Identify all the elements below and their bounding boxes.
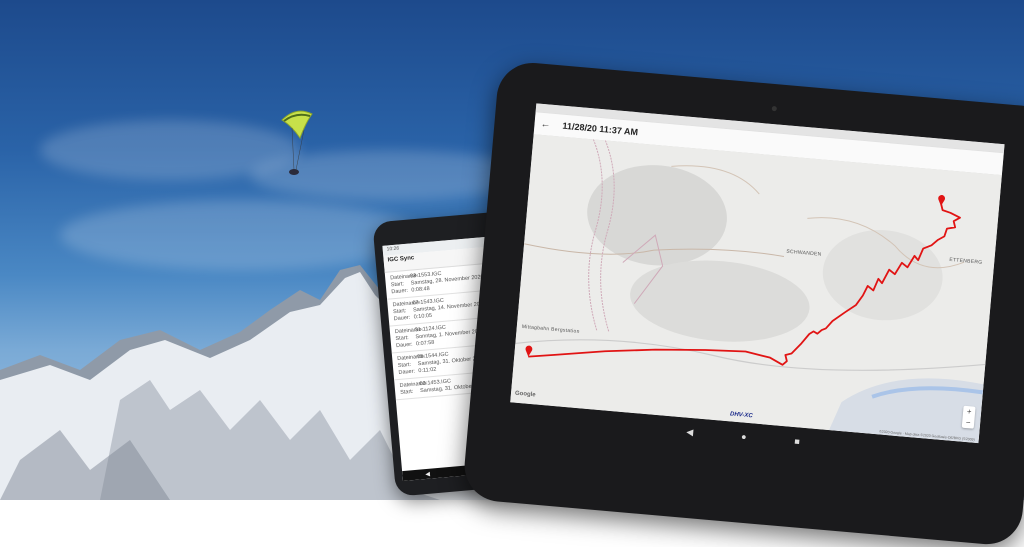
start-time-label: Start: [400, 388, 414, 396]
status-time: 10:26 [386, 245, 400, 253]
arrow-back-icon[interactable]: ← [540, 118, 551, 130]
flight-track-line [528, 203, 961, 366]
zoom-out-button[interactable]: − [962, 417, 975, 429]
flight-track [525, 195, 961, 366]
back-nav-icon[interactable]: ◀ [686, 426, 694, 438]
zoom-control: + − [961, 405, 976, 429]
duration-label: Dauer: [391, 287, 409, 296]
home-nav-icon[interactable]: ● [741, 431, 747, 441]
paraglider-image [281, 110, 313, 175]
flight-title: 11/28/20 11:37 AM [562, 120, 639, 138]
back-nav-icon[interactable]: ◀ [425, 470, 430, 477]
recents-nav-icon[interactable]: ■ [794, 436, 800, 446]
duration-label: Dauer: [393, 314, 411, 323]
flight-map[interactable]: SCHWANDEN ETTENBERG Mittagbahn Bergstati… [510, 134, 1002, 444]
tablet-screen: ← 11/28/20 11:37 AM SCHWANDEN ETTENBERG … [510, 103, 1005, 444]
duration-label: Dauer: [398, 368, 416, 376]
camera-dot [771, 105, 778, 112]
start-marker-icon[interactable] [525, 345, 533, 357]
end-marker-icon[interactable] [938, 195, 946, 207]
duration-label: Dauer: [395, 341, 413, 350]
tablet-device: ← 11/28/20 11:37 AM SCHWANDEN ETTENBERG … [461, 60, 1024, 547]
